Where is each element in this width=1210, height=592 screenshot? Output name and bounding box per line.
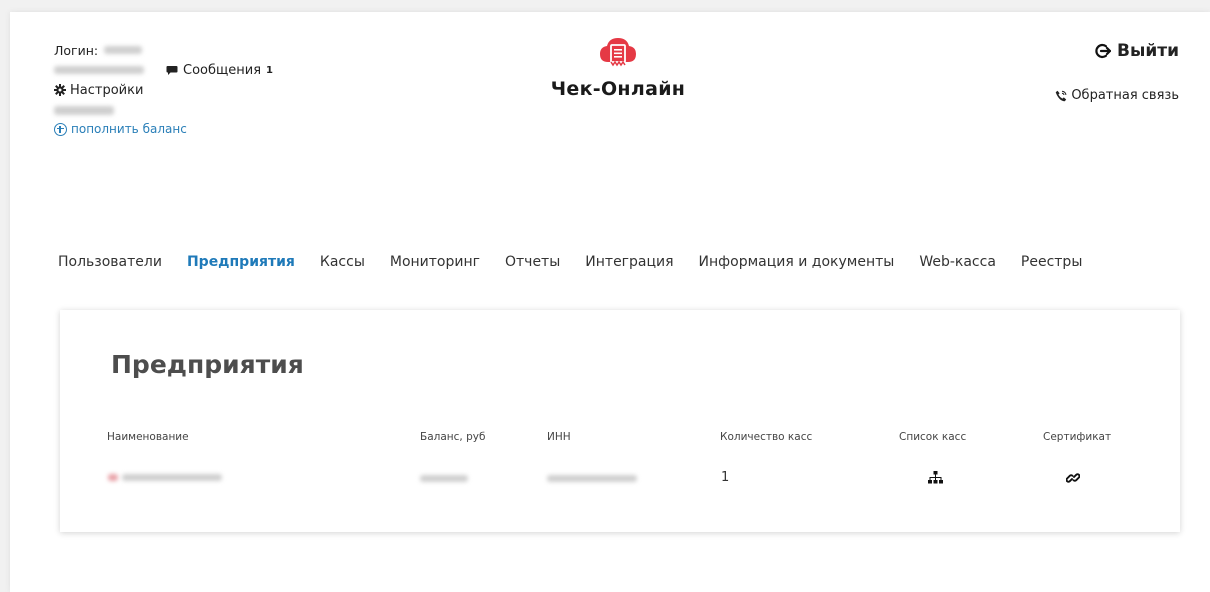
column-header-certificate: Сертификат <box>1043 431 1112 443</box>
messages-label: Сообщения <box>183 62 262 78</box>
plus-circle-icon <box>54 122 67 136</box>
topup-balance-link[interactable]: пополнить баланс <box>54 122 273 136</box>
topup-label: пополнить баланс <box>71 122 187 136</box>
page: Логин: Сообщения 1 Настройки пополнить б… <box>10 12 1210 592</box>
settings-label: Настройки <box>70 82 144 98</box>
certificate-button[interactable] <box>1065 470 1081 489</box>
logout-label: Выйти <box>1116 41 1179 61</box>
main-nav: Пользователи Предприятия Кассы Мониторин… <box>58 254 1107 270</box>
nav-item-monitoring[interactable]: Мониторинг <box>390 254 480 270</box>
login-label: Логин: <box>54 42 99 58</box>
sitemap-icon <box>928 471 943 484</box>
feedback-label: Обратная связь <box>1071 88 1179 103</box>
logo[interactable]: Чек-Онлайн <box>548 36 688 100</box>
phone-icon <box>1056 90 1067 101</box>
nav-item-web-kassa[interactable]: Web-касса <box>919 254 996 270</box>
nav-item-enterprises[interactable]: Предприятия <box>187 254 295 270</box>
balance-value-blurred <box>54 105 114 115</box>
column-header-name: Наименование <box>107 431 189 443</box>
messages-link[interactable]: Сообщения 1 <box>166 63 273 78</box>
logout-button[interactable]: Выйти <box>1095 41 1179 61</box>
company-name-cell-blurred[interactable] <box>108 474 222 481</box>
gear-icon <box>54 84 66 96</box>
sign-out-icon <box>1095 43 1111 59</box>
column-header-kkt-list: Список касс <box>899 431 967 443</box>
settings-link[interactable]: Настройки <box>54 83 143 98</box>
company-name-blurred <box>54 66 144 74</box>
comment-icon <box>166 65 178 75</box>
nav-item-users[interactable]: Пользователи <box>58 254 162 270</box>
kkt-count-cell: 1 <box>721 470 730 485</box>
column-header-kkt-count: Количество касс <box>720 431 813 443</box>
page-title: Предприятия <box>111 350 304 379</box>
nav-item-cashboxes[interactable]: Кассы <box>320 254 365 270</box>
cloud-receipt-logo-icon <box>600 38 636 67</box>
enterprises-card: Предприятия Наименование Баланс, руб ИНН… <box>60 310 1180 532</box>
nav-item-info-docs[interactable]: Информация и документы <box>699 254 895 270</box>
nav-item-registries[interactable]: Реестры <box>1021 254 1082 270</box>
inn-cell-blurred <box>547 475 637 482</box>
column-header-balance: Баланс, руб <box>420 431 486 443</box>
feedback-link[interactable]: Обратная связь <box>1055 88 1179 103</box>
account-panel: Логин: Сообщения 1 Настройки пополнить б… <box>54 40 273 136</box>
kkt-list-button[interactable] <box>928 470 943 489</box>
link-icon <box>1065 473 1081 483</box>
logo-title: Чек-Онлайн <box>550 78 686 100</box>
nav-item-reports[interactable]: Отчеты <box>505 254 560 270</box>
login-value-blurred <box>104 46 143 54</box>
column-header-inn: ИНН <box>547 431 571 443</box>
messages-count-badge: 1 <box>266 64 273 76</box>
nav-item-integration[interactable]: Интеграция <box>585 254 673 270</box>
balance-cell-blurred <box>420 475 468 482</box>
